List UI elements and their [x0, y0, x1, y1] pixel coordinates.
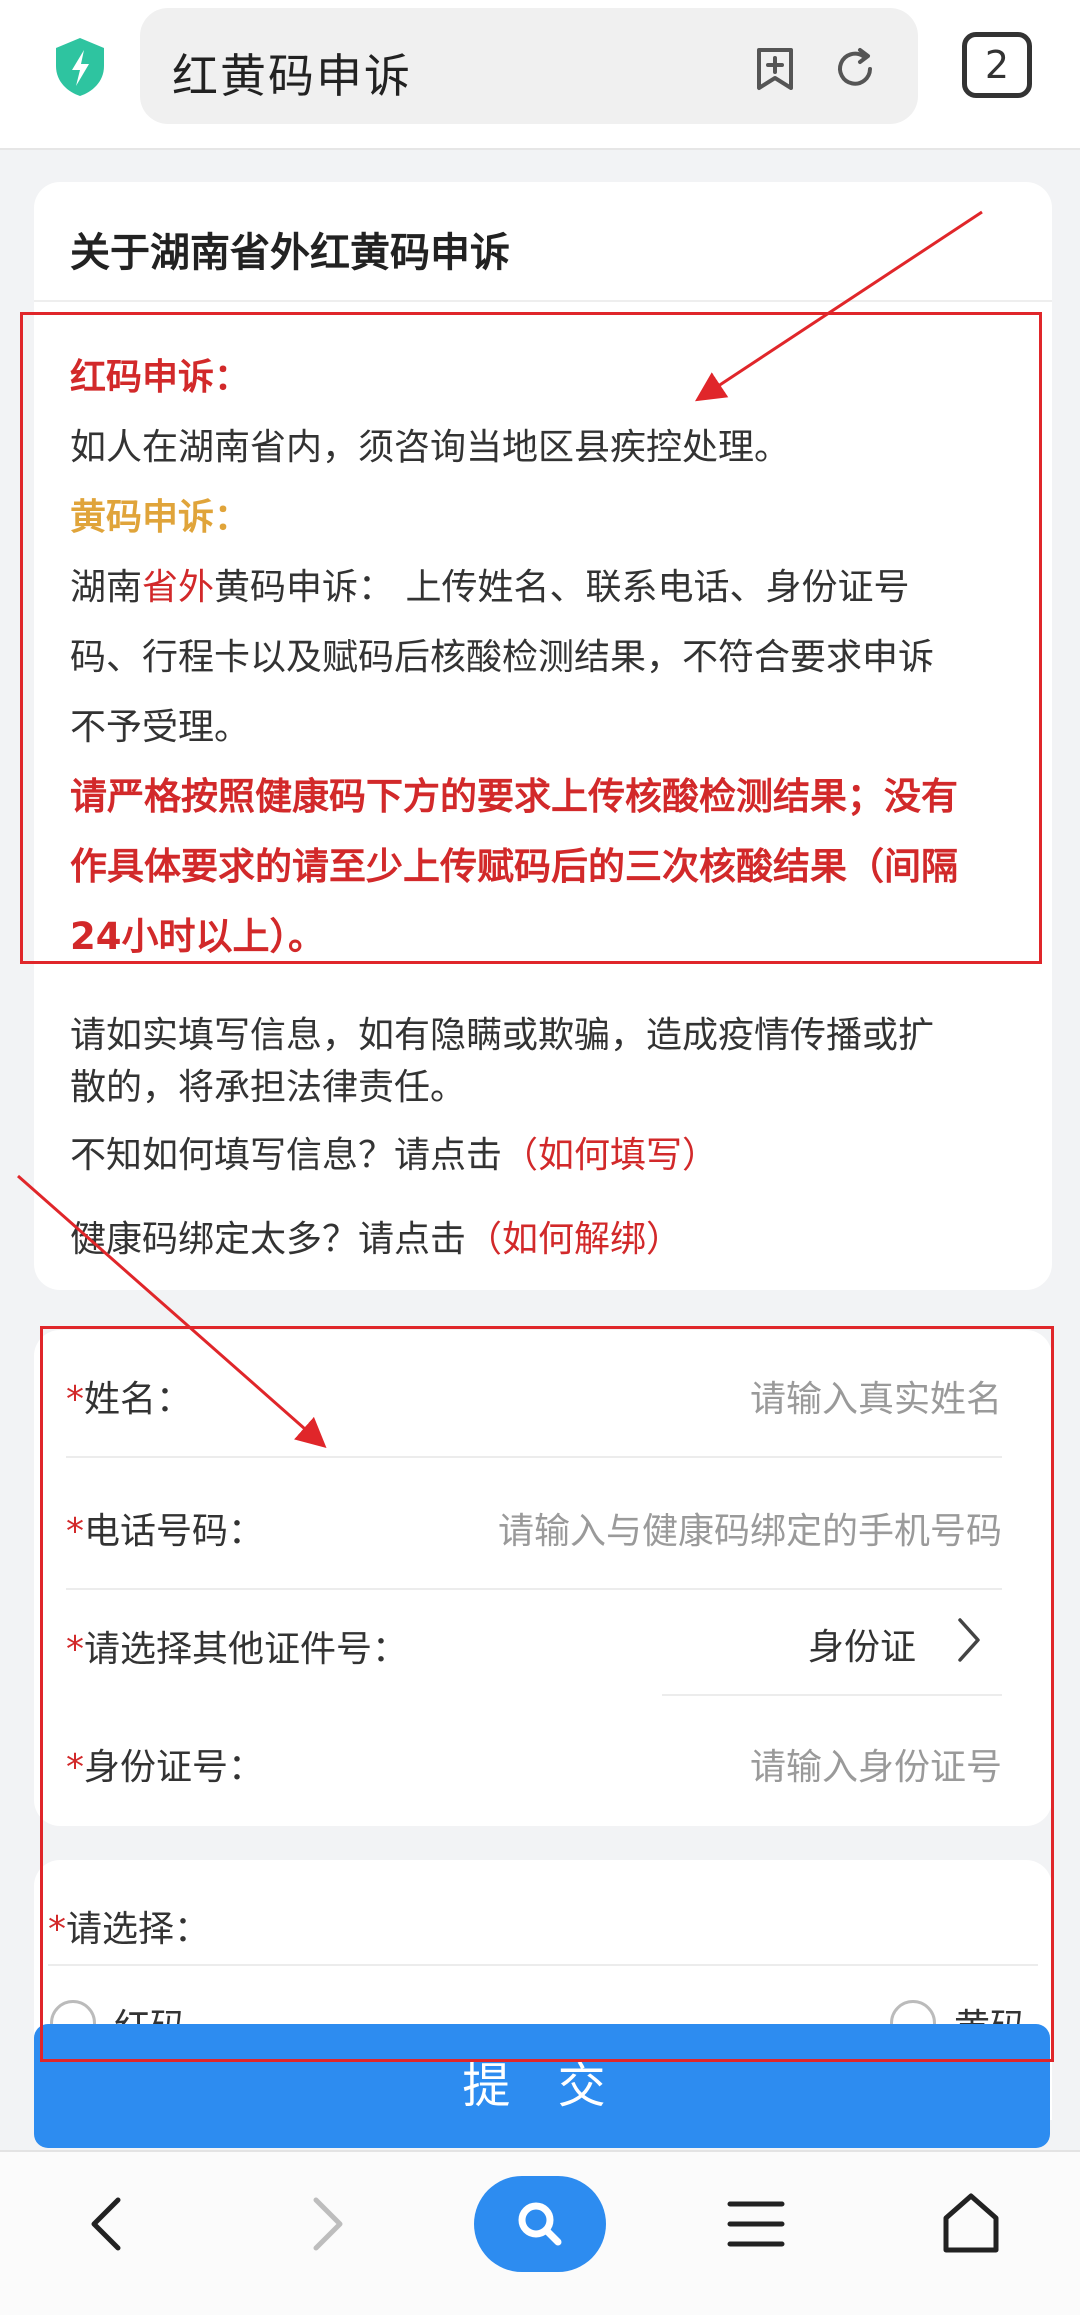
help-text: 健康码绑定太多？请点击: [70, 1219, 467, 1260]
card-title: 关于湖南省外红黄码申诉: [70, 230, 510, 276]
menu-icon[interactable]: [726, 2196, 786, 2252]
how-to-fill-link[interactable]: （如何填写）: [502, 1135, 718, 1176]
help-unbind-row: 健康码绑定太多？请点击（如何解绑）: [70, 1210, 682, 1262]
browser-bottom-nav: [0, 2150, 1080, 2315]
search-button[interactable]: [474, 2176, 606, 2272]
bookmark-add-icon[interactable]: [750, 44, 800, 94]
how-to-unbind-link[interactable]: （如何解绑）: [466, 1219, 682, 1260]
help-text: 不知如何填写信息？请点击: [70, 1135, 503, 1176]
notice-line2: 散的，将承担法律责任。: [70, 1067, 467, 1108]
annotation-box: [40, 1326, 1054, 2062]
tab-count-button[interactable]: 2: [962, 32, 1032, 98]
browser-top-bar: 红黄码申诉 2: [0, 0, 1080, 150]
annotation-box: [20, 312, 1042, 964]
divider: [34, 300, 1052, 302]
refresh-icon[interactable]: [830, 44, 880, 94]
page-title: 红黄码申诉: [172, 49, 412, 103]
notice-line1: 请如实填写信息，如有隐瞒或欺骗，造成疫情传播或扩: [70, 1015, 935, 1056]
address-bar[interactable]: 红黄码申诉: [140, 8, 918, 124]
help-fill-row: 不知如何填写信息？请点击（如何填写）: [70, 1126, 718, 1178]
forward-icon[interactable]: [308, 2194, 348, 2254]
search-icon: [518, 2202, 562, 2246]
back-icon[interactable]: [86, 2194, 126, 2254]
shield-icon[interactable]: [52, 36, 108, 98]
home-icon[interactable]: [940, 2190, 1002, 2256]
